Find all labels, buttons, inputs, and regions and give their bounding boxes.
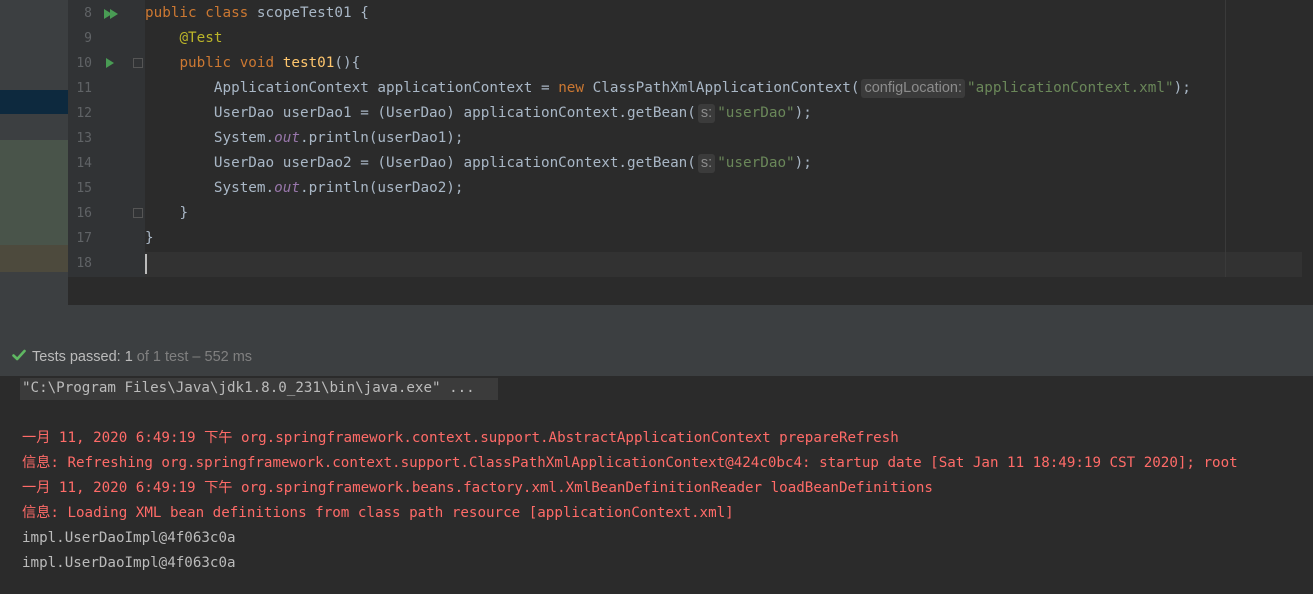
vcs-changed-rows <box>0 140 68 245</box>
static-field: out <box>274 180 300 196</box>
string-literal: "applicationContext.xml" <box>967 80 1174 96</box>
parameter-hint: s: <box>697 154 716 173</box>
line-number: 14 <box>76 156 92 171</box>
run-toolwindow-header <box>0 305 1313 341</box>
code-line: public void test01(){ <box>145 51 360 76</box>
parameter-hint: configLocation: <box>861 79 966 98</box>
code-text: } <box>179 205 189 221</box>
method-name: test01 <box>282 55 335 71</box>
console-log-line: 信息: Refreshing org.springframework.conte… <box>22 455 1238 471</box>
console-output-line: impl.UserDaoImpl@4f063c0a <box>22 555 236 571</box>
code-text: UserDao userDao1 = (UserDao) application… <box>213 105 696 121</box>
code-text: } <box>145 230 154 246</box>
code-text: .println(userDao1); <box>299 130 464 146</box>
code-line: @Test <box>145 26 222 51</box>
panel-area <box>0 0 68 90</box>
line-number: 11 <box>76 81 92 96</box>
code-text: ); <box>794 155 812 171</box>
run-class-icon[interactable] <box>110 9 118 19</box>
code-text: System. <box>213 130 275 146</box>
right-margin-guide <box>1225 0 1226 277</box>
test-pass-count: 1 <box>124 349 133 365</box>
code-line: System.out.println(userDao2); <box>145 176 464 201</box>
code-text: System. <box>213 180 275 196</box>
class-name: scopeTest01 { <box>256 5 369 21</box>
editor-empty-area[interactable] <box>68 277 1313 305</box>
annotation: @Test <box>179 30 223 46</box>
line-number: 17 <box>76 231 92 246</box>
code-line: ApplicationContext applicationContext = … <box>145 76 1191 101</box>
selected-tree-row[interactable] <box>0 90 68 114</box>
code-text: ); <box>1173 80 1191 96</box>
code-line: } <box>145 201 188 226</box>
code-line: UserDao userDao1 = (UserDao) application… <box>145 101 812 126</box>
console-log-line: 信息: Loading XML bean definitions from cl… <box>22 505 734 521</box>
string-literal: "userDao" <box>717 155 795 171</box>
code-text: ); <box>794 105 812 121</box>
line-number: 10 <box>76 56 92 71</box>
console-log-line: 一月 11, 2020 6:49:19 下午 org.springframewo… <box>22 430 899 446</box>
code-text: .println(userDao2); <box>299 180 464 196</box>
code-editor[interactable]: 8 9 10 11 12 13 14 15 16 17 18 public cl… <box>68 0 1313 305</box>
line-number: 8 <box>84 6 92 21</box>
keyword: public class <box>145 5 257 21</box>
line-number: 15 <box>76 181 92 196</box>
code-line: } <box>145 226 154 251</box>
line-number: 12 <box>76 106 92 121</box>
current-line-highlight <box>145 252 1302 277</box>
console-output[interactable]: "C:\Program Files\Java\jdk1.8.0_231\bin\… <box>0 376 1313 594</box>
panel-area <box>0 114 68 140</box>
code-line: public class scopeTest01 { <box>145 1 369 26</box>
code-line: System.out.println(userDao1); <box>145 126 464 151</box>
keyword: new <box>558 80 585 96</box>
run-test-icon[interactable] <box>106 58 114 68</box>
line-number: 16 <box>76 206 92 221</box>
code-text: UserDao userDao2 = (UserDao) application… <box>213 155 696 171</box>
line-number: 13 <box>76 131 92 146</box>
text-caret <box>145 254 147 274</box>
console-output-line: impl.UserDaoImpl@4f063c0a <box>22 530 236 546</box>
code-line: UserDao userDao2 = (UserDao) application… <box>145 151 812 176</box>
project-panel-strip <box>0 0 68 305</box>
line-number: 18 <box>76 256 92 271</box>
console-log-line: 一月 11, 2020 6:49:19 下午 org.springframewo… <box>22 480 933 496</box>
code-text: ClassPathXmlApplicationContext( <box>584 80 860 96</box>
test-status-text: Tests passed: 1 of 1 test – 552 ms <box>32 349 252 365</box>
test-status-label: Tests passed: <box>32 349 125 365</box>
parameter-hint: s: <box>697 104 716 123</box>
console-command-line[interactable]: "C:\Program Files\Java\jdk1.8.0_231\bin\… <box>22 376 475 401</box>
test-status-bar: Tests passed: 1 of 1 test – 552 ms <box>0 340 1313 377</box>
keyword: public void <box>179 55 283 71</box>
static-field: out <box>274 130 300 146</box>
highlighted-tree-row[interactable] <box>0 245 68 272</box>
check-icon <box>12 349 26 361</box>
fold-marker-icon[interactable] <box>133 208 143 218</box>
line-number: 9 <box>84 31 92 46</box>
fold-marker-icon[interactable] <box>133 58 143 68</box>
string-literal: "userDao" <box>717 105 795 121</box>
code-text: (){ <box>334 55 361 71</box>
code-text: ApplicationContext applicationContext = <box>213 80 559 96</box>
panel-area <box>0 272 68 305</box>
test-status-detail: of 1 test – 552 ms <box>132 349 253 365</box>
